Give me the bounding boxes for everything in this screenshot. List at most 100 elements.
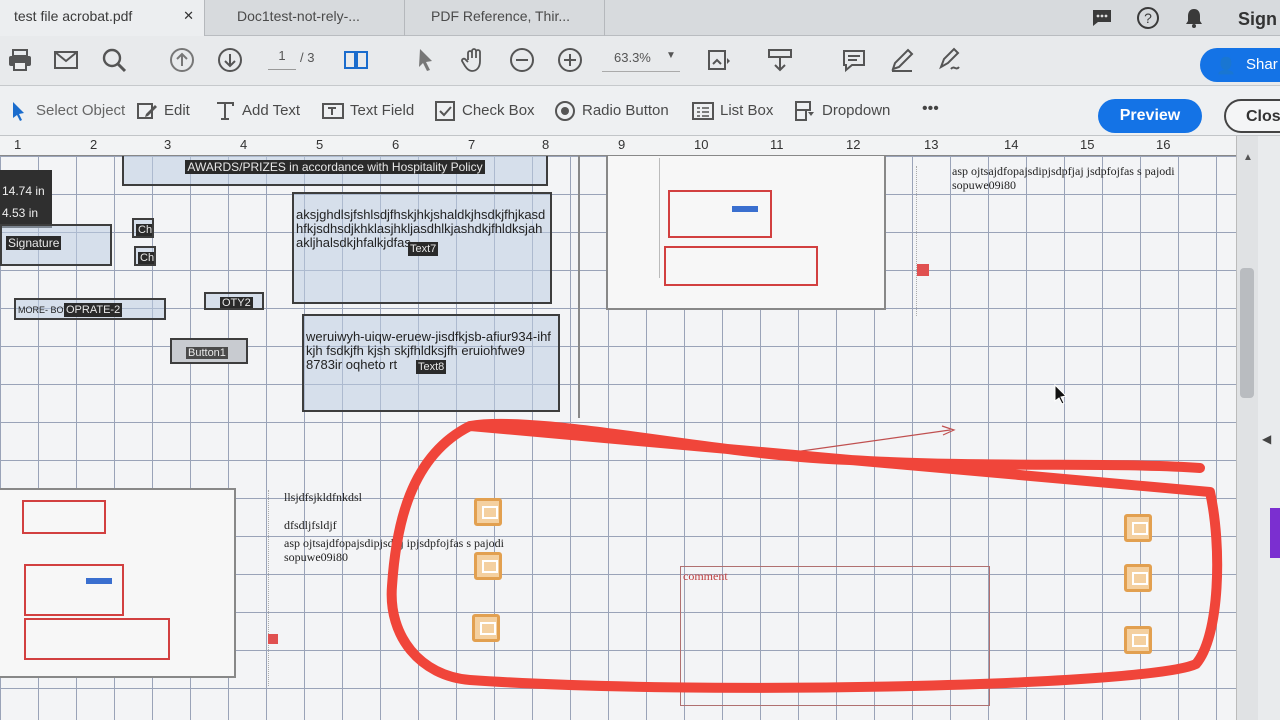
vertical-scrollbar[interactable]: ▲ <box>1236 136 1258 720</box>
help-icon[interactable]: ? <box>1136 6 1160 30</box>
hand-tool-icon[interactable] <box>460 46 488 74</box>
messages-icon[interactable] <box>1090 6 1114 30</box>
notifications-bell-icon[interactable] <box>1182 6 1206 30</box>
field-tag: Signature <box>6 236 62 250</box>
zoom-value: 63.3% <box>614 50 651 65</box>
lower-text-3: asp ojtsajdfopajsdipjsdjij ipjsdpfojfas … <box>284 536 504 550</box>
ruler-tick: 8 <box>542 137 550 152</box>
sticky-note-icon[interactable] <box>1124 564 1152 592</box>
zoom-out-icon[interactable] <box>508 46 536 74</box>
scrollbar-thumb[interactable] <box>1240 268 1254 398</box>
sticky-note-icon[interactable] <box>474 552 502 580</box>
page-layout-icon[interactable] <box>342 46 370 74</box>
dropdown-icon <box>794 100 816 122</box>
list-box-tool[interactable]: List Box <box>692 100 773 124</box>
search-icon[interactable] <box>100 46 128 74</box>
document-canvas[interactable]: 14.74 in 4.53 in AWARDS/PRIZES in accord… <box>0 156 1236 720</box>
highlight-pen-icon[interactable] <box>888 46 916 74</box>
qty-field[interactable]: OTY2 <box>204 292 264 310</box>
thumbnail-red-box <box>24 564 124 616</box>
comment-icon[interactable] <box>840 46 868 74</box>
next-page-icon[interactable] <box>216 46 244 74</box>
checkbox-icon <box>434 100 456 122</box>
field-tag: Ch <box>138 252 155 264</box>
previous-page-icon[interactable] <box>168 46 196 74</box>
ruler-tick: 11 <box>770 137 784 152</box>
preview-button[interactable]: Preview <box>1098 99 1202 133</box>
panel-accent-tab[interactable] <box>1270 508 1280 558</box>
radio-icon <box>554 100 576 122</box>
fit-page-icon[interactable] <box>704 46 732 74</box>
horizontal-ruler: 1 2 3 4 5 6 7 8 9 10 11 12 13 14 15 16 <box>0 136 1236 156</box>
fill-sign-icon[interactable] <box>936 46 964 74</box>
comment-box[interactable]: comment <box>680 566 990 706</box>
scroll-mode-icon[interactable] <box>766 46 794 74</box>
share-button[interactable]: 👤 Shar <box>1200 48 1280 82</box>
add-text-tool[interactable]: Add Text <box>214 100 300 124</box>
ruler-tick: 5 <box>316 137 324 152</box>
lower-text-2: dfsdljfsldjf <box>284 518 337 532</box>
page-total: / 3 <box>300 50 315 65</box>
thumbnail-icon-strip <box>916 166 928 316</box>
dropdown-tool[interactable]: Dropdown <box>794 100 890 124</box>
thumbnail-red-box <box>22 500 106 534</box>
size-width: 14.74 in <box>2 184 45 198</box>
field-tag: AWARDS/PRIZES in accordance with Hospita… <box>185 160 485 174</box>
email-icon[interactable] <box>52 46 80 74</box>
select-object-tool[interactable]: Select Object <box>8 100 125 124</box>
right-panel-collapsed[interactable]: ◀ <box>1258 136 1280 720</box>
scroll-up-icon[interactable]: ▲ <box>1243 152 1253 163</box>
check-box-tool[interactable]: Check Box <box>434 100 535 124</box>
ruler-tick: 7 <box>468 137 476 152</box>
ruler-tick: 2 <box>90 137 98 152</box>
tab-doc1[interactable]: Doc1test-not-rely-... <box>205 0 405 36</box>
ruler-tick: 10 <box>694 137 709 152</box>
text-t-icon <box>214 100 236 122</box>
awards-field[interactable]: AWARDS/PRIZES in accordance with Hospita… <box>122 156 548 186</box>
ruler-tick: 13 <box>924 137 939 152</box>
tab-pdf-reference[interactable]: PDF Reference, Thir... <box>405 0 605 36</box>
sticky-note-icon[interactable] <box>474 498 502 526</box>
field-tag: Text8 <box>416 360 447 374</box>
tab-label: Doc1test-not-rely-... <box>237 8 360 24</box>
more-tools-icon[interactable]: ••• <box>922 100 939 124</box>
thumbnail-red-box <box>664 246 818 286</box>
size-height: 4.53 in <box>2 206 39 220</box>
field-tag: OTY2 <box>220 297 253 309</box>
radio-button-tool[interactable]: Radio Button <box>554 100 669 124</box>
checkbox-field-2[interactable]: Ch <box>134 246 156 266</box>
rbo-field[interactable]: MORE- BOTI OPRATE-2 <box>14 298 166 320</box>
sticky-note-icon[interactable] <box>1124 514 1152 542</box>
tab-test-file[interactable]: test file acrobat.pdf ✕ <box>0 0 205 36</box>
checkbox-field-1[interactable]: Ch <box>132 218 154 238</box>
text7-field[interactable]: aksjghdlsjfshlsdjfhskjhkjshaldkjhsdkjfhj… <box>292 192 552 304</box>
edit-tool[interactable]: Edit <box>136 100 190 124</box>
tab-close-icon[interactable]: ✕ <box>183 8 194 24</box>
sticky-note-icon[interactable] <box>1124 626 1152 654</box>
page-number-input[interactable]: 1 <box>268 48 296 70</box>
field-tag: OPRATE-2 <box>64 303 123 317</box>
print-icon[interactable] <box>6 46 34 74</box>
expand-panel-icon[interactable]: ◀ <box>1262 432 1271 446</box>
zoom-in-icon[interactable] <box>556 46 584 74</box>
close-button[interactable]: Clos <box>1224 99 1280 133</box>
topright-text-1: asp ojtsajdfopajsdipjsdpfjaj jsdpfojfas … <box>952 164 1175 178</box>
comment-label: comment <box>683 569 728 583</box>
field-tag: Ch <box>136 224 153 236</box>
ruler-tick: 4 <box>240 137 248 152</box>
tab-bar: test file acrobat.pdf ✕ Doc1test-not-rel… <box>0 0 1280 36</box>
embedded-screenshot-thumbnail <box>606 156 886 310</box>
sign-in-link[interactable]: Sign <box>1238 9 1277 30</box>
text8-field[interactable]: weruiwyh-uiqw-eruew-jisdfkjsb-afiur934-i… <box>302 314 560 412</box>
zoom-dropdown[interactable]: 63.3% ▼ <box>602 50 680 72</box>
text-field-tool[interactable]: Text Field <box>322 100 414 124</box>
select-arrow-icon[interactable] <box>412 46 440 74</box>
topright-text-2: sopuwe09i80 <box>952 178 1016 192</box>
thumbnail-sidebar <box>612 158 660 278</box>
ruler-tick: 16 <box>1156 137 1171 152</box>
sticky-note-icon[interactable] <box>472 614 500 642</box>
share-label: Shar <box>1246 56 1278 73</box>
lower-text-4: sopuwe09i80 <box>284 550 348 564</box>
button1-field[interactable]: Button1 <box>170 338 248 364</box>
signature-field[interactable]: Signature <box>0 224 112 266</box>
